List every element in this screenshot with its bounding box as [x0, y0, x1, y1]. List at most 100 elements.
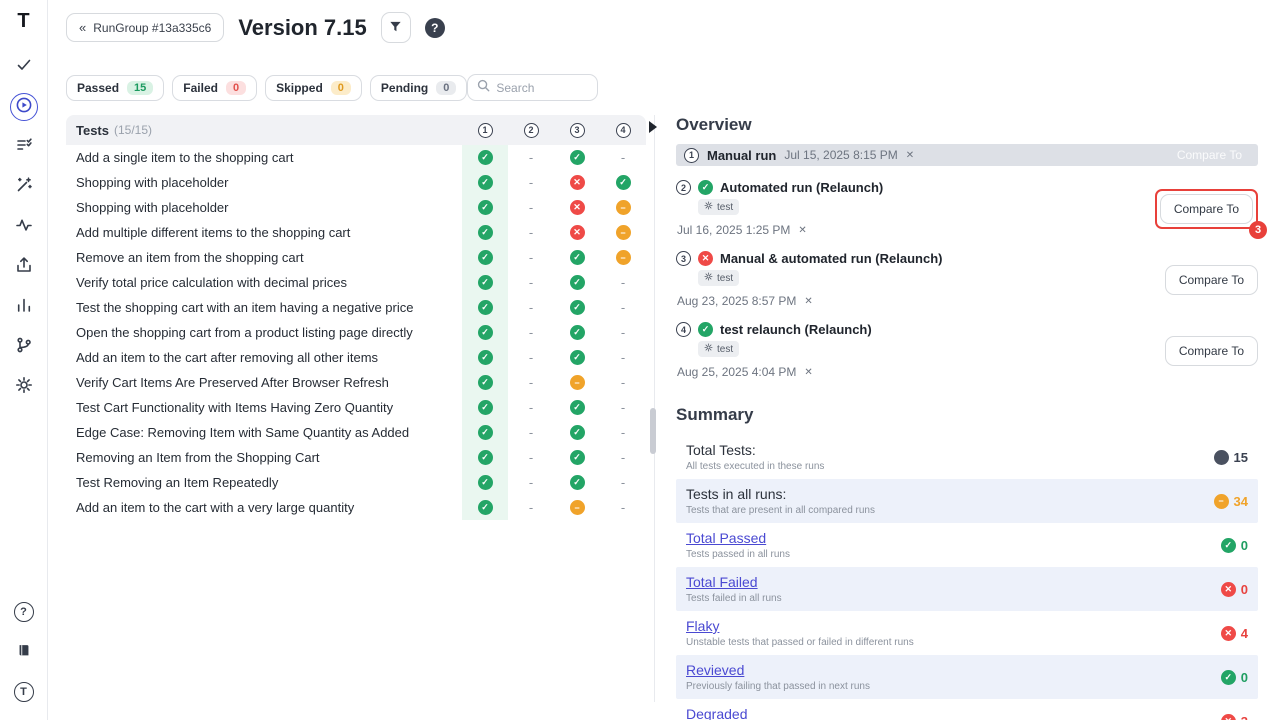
table-row[interactable]: Shopping with placeholder✓-✕✓ — [66, 170, 646, 195]
status-fail-icon: ✕ — [570, 175, 585, 190]
status-pass-icon: ✓ — [570, 400, 585, 415]
run-title: Automated run (Relaunch) — [720, 180, 883, 195]
summary-link[interactable]: Degraded — [686, 706, 868, 720]
table-row[interactable]: Edge Case: Removing Item with Same Quant… — [66, 420, 646, 445]
run-column-header[interactable]: 2 — [508, 123, 554, 138]
back-button[interactable]: « RunGroup #13a335c6 — [66, 13, 224, 42]
test-name: Removing an Item from the Shopping Cart — [66, 445, 462, 470]
result-cell: - — [600, 345, 646, 370]
run-tag: test — [698, 341, 739, 357]
run-title-line: 4✓test relaunch (Relaunch) — [676, 322, 1165, 337]
search-input[interactable] — [496, 81, 588, 95]
table-row[interactable]: Add an item to the cart after removing a… — [66, 345, 646, 370]
runs-list: 1Manual runJul 15, 2025 8:15 PM✕Compare … — [676, 144, 1258, 379]
remove-run-icon[interactable]: ✕ — [906, 150, 914, 161]
summary-link[interactable]: Flaky — [686, 618, 914, 634]
result-cell: ✓ — [554, 445, 600, 470]
compare-to-button[interactable]: Compare To — [1165, 265, 1258, 295]
sidebar-item-chart[interactable] — [10, 293, 38, 321]
table-row[interactable]: Removing an Item from the Shopping Cart ✓… — [66, 445, 646, 470]
filter-chip-skipped[interactable]: Skipped0 — [265, 75, 362, 101]
compare-to-button[interactable]: Compare To — [1160, 194, 1253, 224]
run-row[interactable]: 3✕Manual & automated run (Relaunch)testA… — [676, 251, 1258, 308]
filter-chip-pending[interactable]: Pending0 — [370, 75, 467, 101]
remove-run-icon[interactable]: ✕ — [798, 225, 806, 236]
panel-divider — [646, 74, 663, 702]
run-date: Aug 23, 2025 8:57 PM — [677, 294, 796, 308]
remove-run-icon[interactable]: ✕ — [804, 296, 812, 307]
table-row[interactable]: Shopping with placeholder✓-✕− — [66, 195, 646, 220]
run-date: Aug 25, 2025 4:04 PM — [677, 365, 796, 379]
run-info: 4✓test relaunch (Relaunch) test Aug 25, 20… — [676, 322, 1165, 379]
table-row[interactable]: Verify Cart Items Are Preserved After Br… — [66, 370, 646, 395]
result-cell: ✕ — [554, 220, 600, 245]
run-row-baseline[interactable]: 1Manual runJul 15, 2025 8:15 PM✕Compare … — [676, 144, 1258, 166]
filter-chip-failed[interactable]: Failed0 — [172, 75, 257, 101]
sidebar: T ? T — [0, 0, 48, 720]
run-column-header[interactable]: 3 — [554, 123, 600, 138]
sidebar-item-logo-circle[interactable]: T — [10, 678, 38, 706]
summary-description: Tests that are present in all compared r… — [686, 505, 875, 516]
sidebar-item-export-box[interactable] — [10, 253, 38, 281]
app-logo[interactable]: T — [17, 10, 29, 33]
summary-title: Summary — [676, 405, 1258, 425]
run-column-header[interactable]: 4 — [600, 123, 646, 138]
table-row[interactable]: Open the shopping cart from a product li… — [66, 320, 646, 345]
filter-chips: Passed15 Failed0 Skipped0 Pending0 — [66, 75, 467, 101]
result-cell: ✓ — [600, 170, 646, 195]
summary-row: Tests in all runs:Tests that are present… — [676, 479, 1258, 523]
test-name: Test Removing an Item Repeatedly — [66, 470, 462, 495]
sidebar-item-check[interactable] — [10, 53, 38, 81]
result-cell: - — [508, 420, 554, 445]
overview-panel: Overview 1Manual runJul 15, 2025 8:15 PM… — [663, 74, 1258, 720]
table-row[interactable]: Remove an item from the shopping cart✓-✓… — [66, 245, 646, 270]
sidebar-item-list-check[interactable] — [10, 133, 38, 161]
sidebar-item-wand[interactable] — [10, 173, 38, 201]
status-pass-icon: ✓ — [478, 425, 493, 440]
header: « RunGroup #13a335c6 Version 7.15 ? — [66, 12, 1258, 43]
filter-button[interactable] — [381, 12, 411, 43]
help-icon[interactable]: ? — [425, 18, 445, 38]
compare-to-button[interactable]: Compare To — [1169, 146, 1250, 164]
compare-to-button[interactable]: Compare To — [1165, 336, 1258, 366]
search-box[interactable] — [467, 74, 598, 101]
table-row[interactable]: Test the shopping cart with an item havi… — [66, 295, 646, 320]
sidebar-item-activity[interactable] — [10, 213, 38, 241]
table-row[interactable]: Test Removing an Item Repeatedly✓-✓- — [66, 470, 646, 495]
search-icon — [477, 79, 490, 97]
remove-run-icon[interactable]: ✕ — [804, 367, 812, 378]
status-pass-icon: ✓ — [570, 150, 585, 165]
sidebar-item-gear[interactable] — [10, 373, 38, 401]
table-row[interactable]: Test Cart Functionality with Items Havin… — [66, 395, 646, 420]
no-result-dash: - — [529, 400, 533, 415]
table-row[interactable]: Add a single item to the shopping cart✓-… — [66, 145, 646, 170]
filter-chip-passed[interactable]: Passed15 — [66, 75, 164, 101]
count-dot-icon — [1214, 450, 1229, 465]
activity-icon — [15, 216, 33, 239]
tests-panel: Passed15Failed0Skipped0Pending0 Tests (1… — [66, 74, 646, 520]
result-cell: - — [600, 495, 646, 520]
summary-link[interactable]: Revieved — [686, 662, 870, 678]
table-row[interactable]: Add multiple different items to the shop… — [66, 220, 646, 245]
summary-link[interactable]: Total Passed — [686, 530, 790, 546]
table-row[interactable]: Add an item to the cart with a very larg… — [66, 495, 646, 520]
sidebar-item-branch[interactable] — [10, 333, 38, 361]
run-row[interactable]: 2✓Automated run (Relaunch)testJul 16, 20… — [676, 180, 1258, 237]
run-column-header[interactable]: 1 — [462, 123, 508, 138]
run-number-badge: 2 — [676, 180, 691, 195]
result-cell: ✓ — [462, 195, 508, 220]
run-row[interactable]: 4✓test relaunch (Relaunch) test Aug 25, 20… — [676, 322, 1258, 379]
scrollbar-thumb[interactable] — [650, 408, 656, 454]
status-pass-icon: ✓ — [698, 322, 713, 337]
result-cell: - — [508, 220, 554, 245]
sidebar-item-help-circle[interactable]: ? — [10, 598, 38, 626]
sidebar-item-docs[interactable] — [10, 638, 38, 666]
table-row[interactable]: Verify total price calculation with deci… — [66, 270, 646, 295]
result-cell: - — [600, 145, 646, 170]
filter-chip-label: Passed — [77, 81, 119, 95]
collapse-arrow-icon[interactable] — [649, 121, 657, 133]
sidebar-item-play-circle[interactable] — [10, 93, 38, 121]
summary-link[interactable]: Total Failed — [686, 574, 782, 590]
summary-count: 0 — [1241, 538, 1248, 553]
run-title: Manual run — [707, 148, 776, 163]
